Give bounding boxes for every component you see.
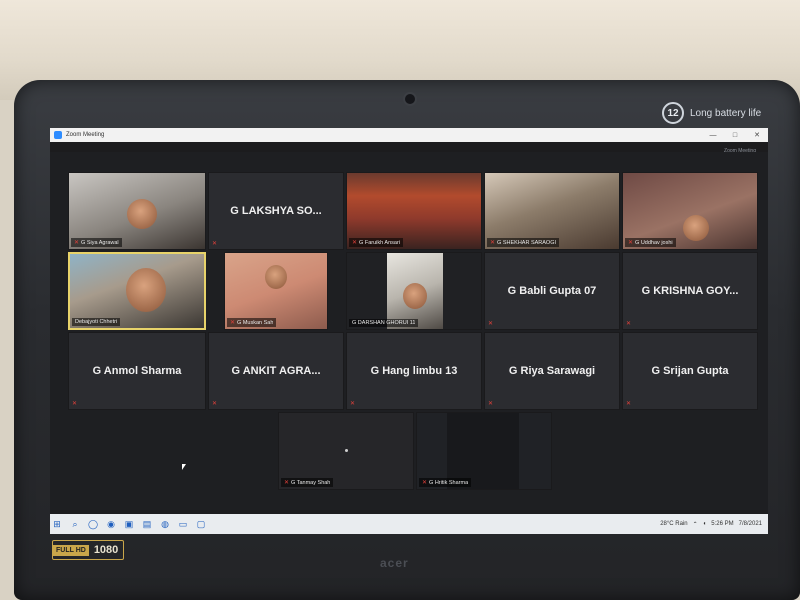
participant-tile[interactable]: G KRISHNA GOY... ✕ [622,252,758,330]
weather-text[interactable]: 28°C Rain [660,521,687,527]
participant-face [126,268,166,312]
mic-muted-icon: ✕ [212,401,218,407]
participant-tile[interactable]: G Babli Gupta 07 ✕ [484,252,620,330]
clock-date[interactable]: 7/8/2021 [739,521,762,527]
participant-namebar: G DARSHAN GHORUI 11 [349,319,419,327]
windows-taskbar: ⊞ ⌕ ◯ ◉ ▣ ▤ ◍ ▭ ▢ 28°C Rain ⌃ ◖ 5:26 PM … [50,514,768,534]
laptop-screen: Zoom Meeting — □ ✕ Zoom Meeting ✕ G Siya… [50,128,768,534]
participant-name: G Faruikh Ansari [359,239,400,246]
explorer-icon[interactable]: ▤ [140,517,154,531]
participant-tile[interactable]: ✕ G Muskan Sah [224,252,328,330]
hd-badge-label: FULL HD [53,544,89,556]
network-icon[interactable]: ⌃ [693,521,698,528]
mic-muted-icon: ✕ [626,321,632,327]
hd-badge-resolution: 1080 [93,544,119,556]
mic-muted-icon: ✕ [72,401,78,407]
participant-tile[interactable]: ✕ G Faruikh Ansari [346,172,482,250]
participant-display-name: G Anmol Sharma [92,365,182,377]
participant-display-name: G Srijan Gupta [651,365,729,377]
system-tray: 28°C Rain ⌃ ◖ 5:26 PM 7/8/2021 [660,521,768,528]
mic-muted-icon: ✕ [626,401,632,407]
participant-name: G Hritik Sharma [429,479,469,486]
participant-name: G SHEKHAR SARAOGI [497,239,557,246]
participant-display-name: G Hang limbu 13 [370,365,458,377]
mic-muted-icon: ✕ [212,241,218,247]
task-view-icon[interactable]: ◯ [86,517,100,531]
webcam-icon [405,94,415,104]
participant-video [387,253,443,329]
participant-namebar: ✕ G Hritik Sharma [419,478,472,487]
close-button[interactable]: ✕ [746,128,768,142]
participant-namebar: ✕ G Muskan Sah [227,318,277,327]
participant-tile[interactable]: G Srijan Gupta ✕ [622,332,758,410]
battery-badge-text: Long battery life [690,107,762,119]
participant-namebar: Debajyoti Chhetri [72,318,121,326]
laptop-brand-logo: acer [380,556,409,570]
participant-tile[interactable]: ✕ G Siya Agrawal [68,172,206,250]
participant-tile[interactable]: G Riya Sarawagi ✕ [484,332,620,410]
mic-muted-icon: ✕ [628,240,634,246]
search-icon[interactable]: ⌕ [68,517,82,531]
participant-name: G Muskan Sah [237,319,274,326]
participant-display-name: G ANKIT AGRA... [231,365,321,377]
participant-face [683,215,709,241]
participant-tile[interactable]: ✕ G SHEKHAR SARAOGI [484,172,620,250]
participant-tile[interactable]: ✕ G Hritik Sharma [416,412,552,490]
gallery-view: ✕ G Siya Agrawal G LAKSHYA SO... ✕ ✕ G F… [50,152,768,510]
participant-face [265,265,287,289]
battery-life-badge: 12 Long battery life [662,102,761,124]
participant-namebar: ✕ G Tanmay Shah [281,478,334,487]
participant-display-name: G KRISHNA GOY... [641,285,739,297]
participant-tile[interactable]: G ANKIT AGRA... ✕ [208,332,344,410]
mic-muted-icon: ✕ [352,240,358,246]
participant-namebar: ✕ G Faruikh Ansari [349,238,403,247]
clock-time[interactable]: 5:26 PM [711,521,733,527]
mic-muted-icon: ✕ [490,240,496,246]
minimize-button[interactable]: — [702,128,724,142]
chrome-icon[interactable]: ◉ [104,517,118,531]
mic-muted-icon: ✕ [350,401,356,407]
participant-name: G DARSHAN GHORUI 11 [352,320,416,326]
participant-name: G Siya Agrawal [81,239,119,246]
battery-badge-number: 12 [662,102,684,124]
participant-face [403,283,427,309]
mic-muted-icon: ✕ [488,321,494,327]
mic-muted-icon: ✕ [422,480,428,486]
window-title: Zoom Meeting [66,132,105,138]
participant-tile[interactable]: G Anmol Sharma ✕ [68,332,206,410]
folder-icon[interactable]: ▭ [176,517,190,531]
mic-muted-icon: ✕ [230,320,236,326]
participant-tile[interactable]: G Hang limbu 13 ✕ [346,332,482,410]
participant-tile[interactable]: G DARSHAN GHORUI 11 [346,252,482,330]
participant-tile[interactable]: ✕ G Uddhav joshi [622,172,758,250]
participant-display-name: G Riya Sarawagi [508,365,596,377]
participant-name: Debajyoti Chhetri [75,319,118,325]
window-titlebar: Zoom Meeting — □ ✕ [50,128,768,142]
participant-tile[interactable]: ✕ G Tanmay Shah [278,412,414,490]
start-button[interactable]: ⊞ [50,517,64,531]
mic-muted-icon: ✕ [284,480,290,486]
volume-icon[interactable]: ◖ [703,521,707,527]
maximize-button[interactable]: □ [724,128,746,142]
participant-tile[interactable]: G LAKSHYA SO... ✕ [208,172,344,250]
participant-name: G Uddhav joshi [635,239,673,246]
edge-icon[interactable]: ◍ [158,517,172,531]
mic-muted-icon: ✕ [74,240,80,246]
store-icon[interactable]: ▣ [122,517,136,531]
participant-tile-active-speaker[interactable]: Debajyoti Chhetri [68,252,206,330]
zoom-app-icon [54,131,62,139]
zoom-taskbar-icon[interactable]: ▢ [194,517,208,531]
participant-display-name: G Babli Gupta 07 [507,285,597,297]
participant-display-name: G LAKSHYA SO... [230,205,322,217]
video-artifact [345,449,348,452]
participant-name: G Tanmay Shah [291,479,331,486]
full-hd-badge: FULL HD 1080 [52,540,125,560]
mic-muted-icon: ✕ [488,401,494,407]
participant-namebar: ✕ G Siya Agrawal [71,238,122,247]
mouse-cursor [182,464,186,470]
participant-namebar: ✕ G SHEKHAR SARAOGI [487,238,560,247]
participant-face [127,199,157,229]
participant-namebar: ✕ G Uddhav joshi [625,238,676,247]
